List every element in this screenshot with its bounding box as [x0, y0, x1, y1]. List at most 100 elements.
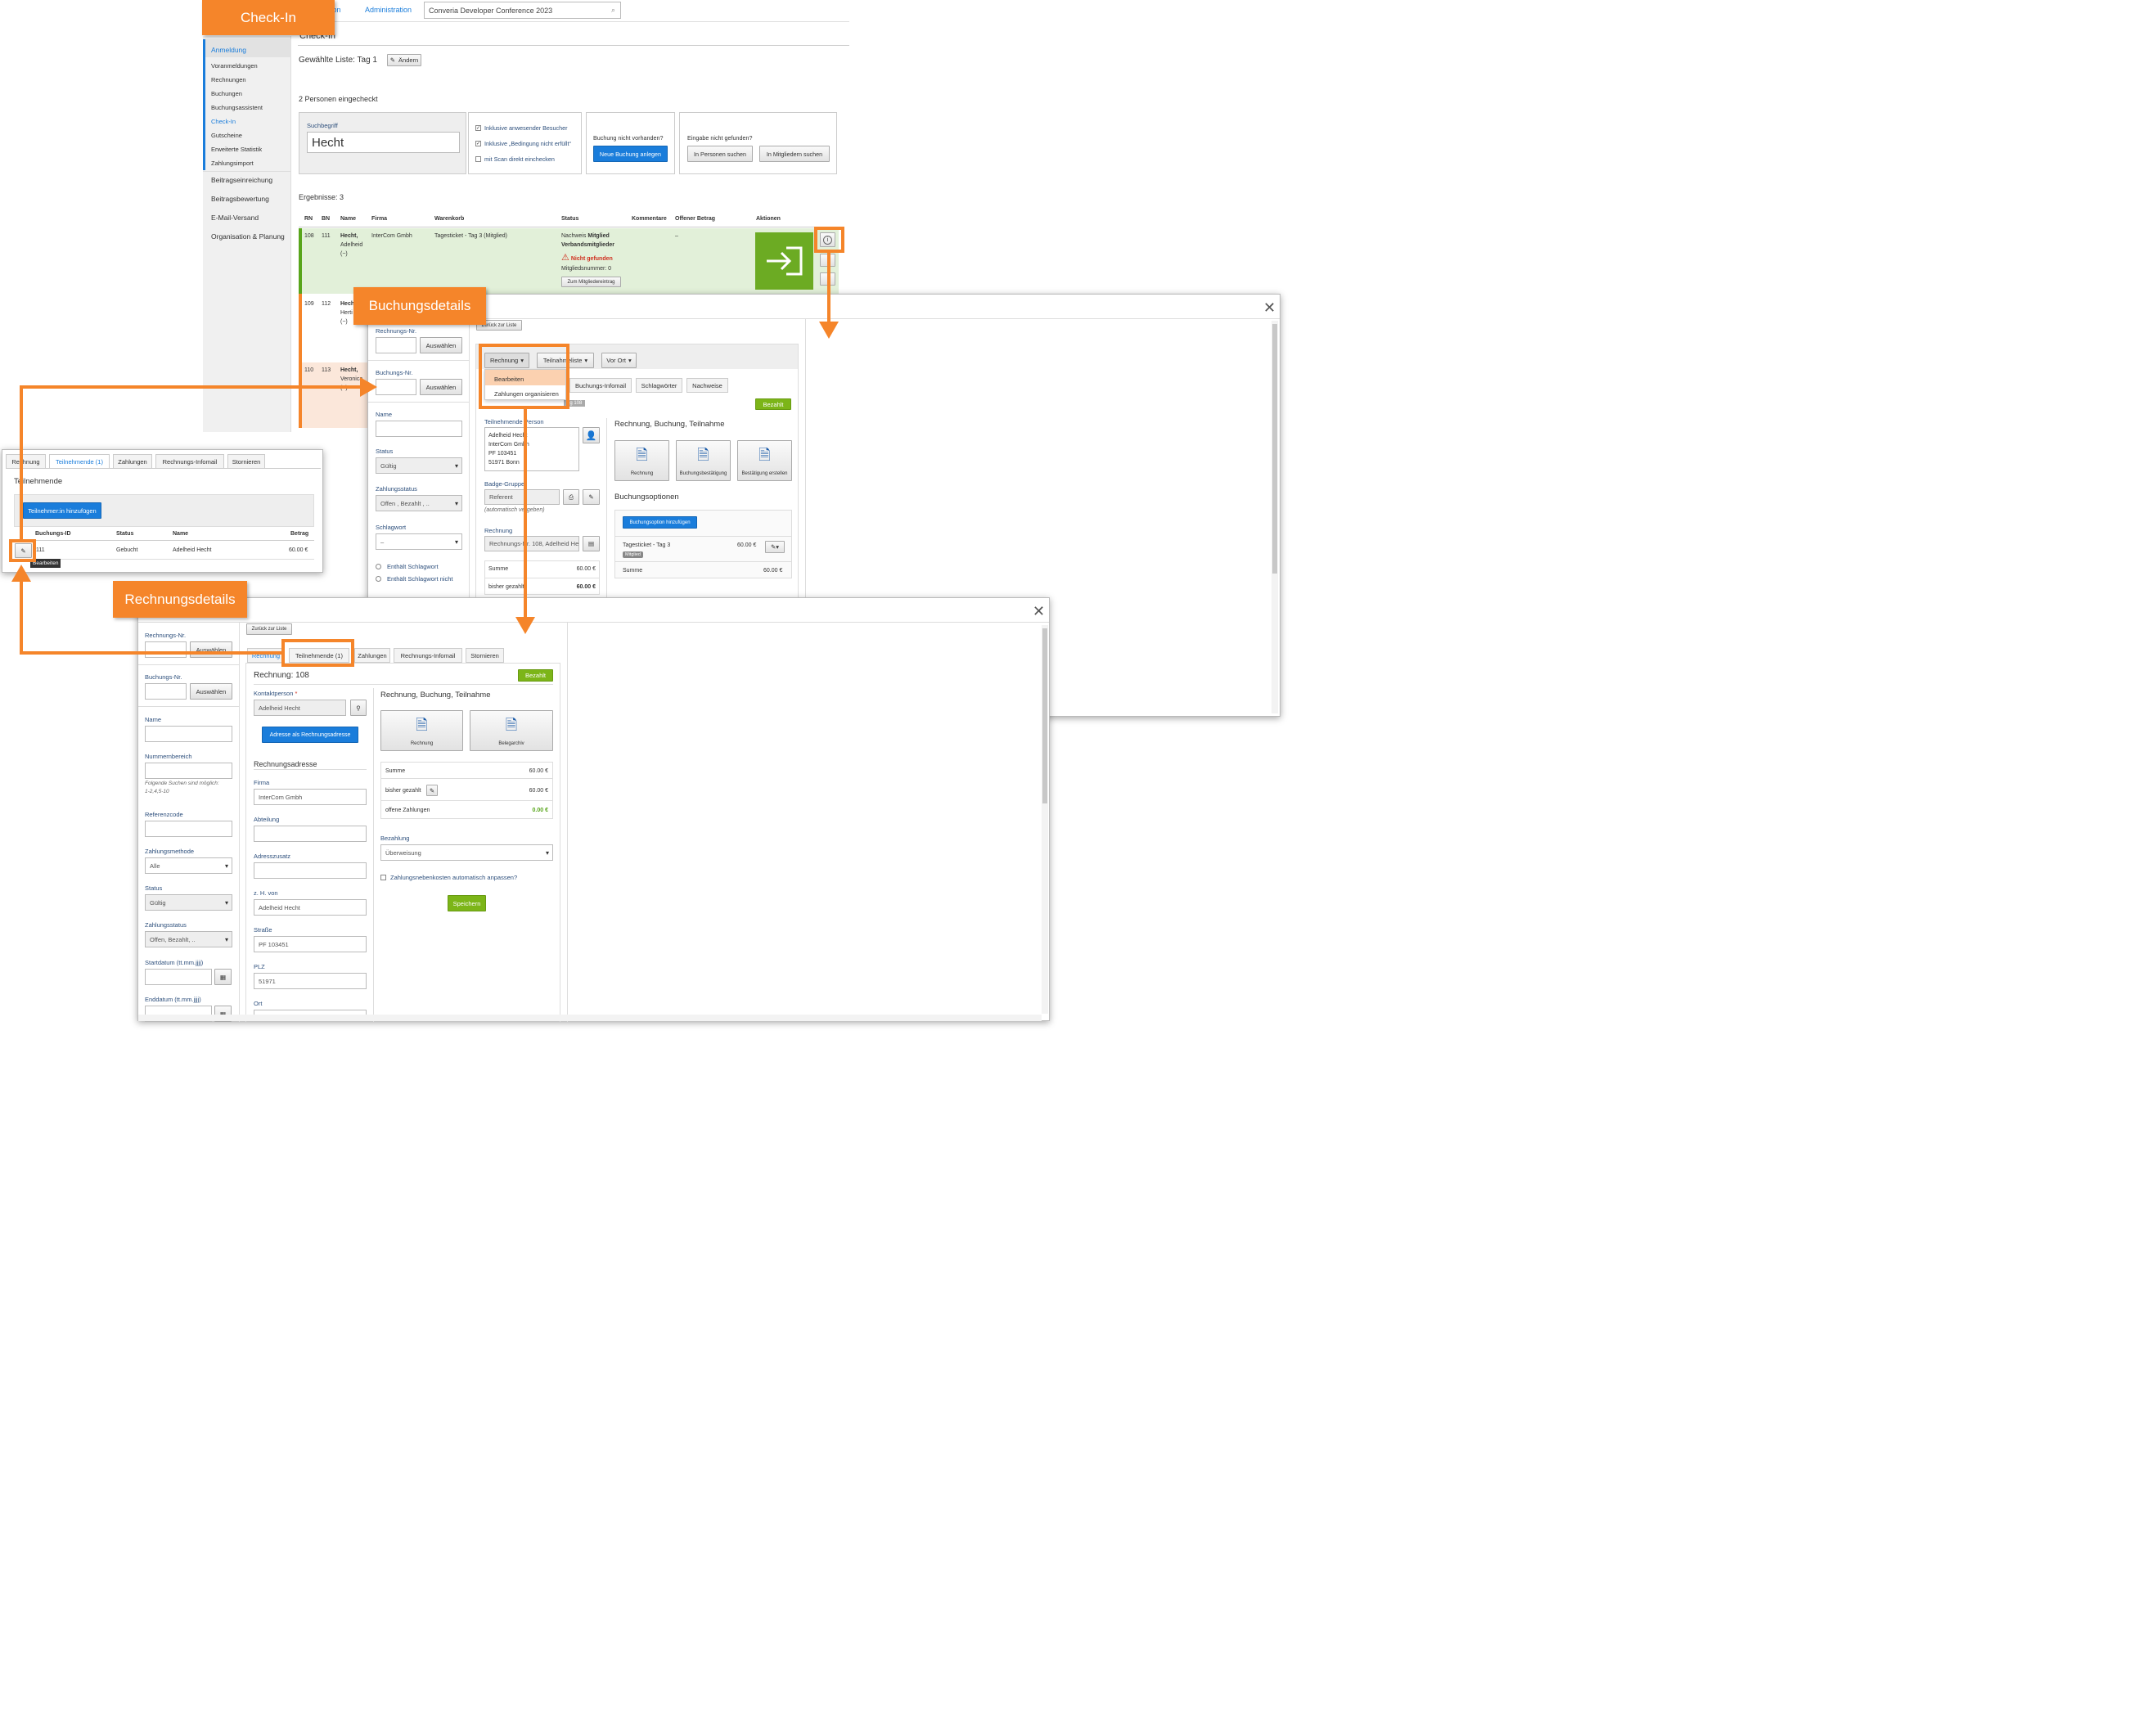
invoice-select-button[interactable]: Auswählen	[190, 641, 232, 658]
sidebar-group-beitragsbewertung[interactable]: Beitragsbewertung	[211, 195, 269, 203]
booking-number-input[interactable]	[145, 683, 187, 700]
status-select[interactable]: Gültig	[376, 457, 462, 474]
street-label: Straße	[254, 926, 272, 934]
reference-code-input[interactable]	[145, 821, 232, 837]
invoice-number-input[interactable]	[376, 337, 416, 353]
tab-proofs[interactable]: Nachweise	[686, 378, 728, 393]
pencil-icon: ✎	[588, 493, 594, 501]
scrollbar[interactable]	[1272, 321, 1278, 713]
tab-invoice[interactable]: Rechnung	[6, 454, 46, 469]
badge-group-input[interactable]: Referent	[484, 489, 560, 505]
invoice-doc-tile[interactable]: 🗎 Rechnung	[380, 710, 463, 751]
company-input[interactable]: InterCom Gmbh	[254, 789, 367, 805]
tab-invoice-infomail[interactable]: Rechnungs-Infomail	[394, 648, 462, 663]
edit-paid-button[interactable]: ✎	[426, 785, 438, 796]
contact-input[interactable]: Adelheid Hecht	[254, 700, 346, 716]
booking-confirm-tile[interactable]: 🗎 Buchungsbestätigung	[676, 440, 731, 481]
invoice-doc-tile[interactable]: 🗎 Rechnung	[614, 440, 669, 481]
search-members-button[interactable]: In Mitgliedern suchen	[759, 146, 830, 162]
option-present-checkbox[interactable]: ✓	[475, 125, 481, 131]
department-input[interactable]	[254, 826, 367, 842]
booking-number-input[interactable]	[376, 379, 416, 395]
sidebar-item-buchungsassistent[interactable]: Buchungsassistent	[211, 104, 263, 111]
sidebar-item-rechnungen[interactable]: Rechnungen	[211, 76, 246, 83]
sidebar-item-gutscheine[interactable]: Gutscheine	[211, 132, 242, 139]
close-icon[interactable]: ✕	[1033, 603, 1045, 620]
payment-status-select[interactable]: Offen, Bezahlt, ..	[145, 931, 232, 947]
payment-method-select[interactable]: Alle	[145, 857, 232, 874]
payment-status-select[interactable]: Offen , Bezahlt , ..	[376, 495, 462, 511]
search-icon[interactable]: ⌕	[611, 6, 615, 15]
contact-search-button[interactable]: ⚲	[350, 700, 367, 716]
add-booking-option-button[interactable]: Buchungsoption hinzufügen	[623, 516, 697, 529]
member-entry-button[interactable]: Zum Mitgliedereintrag	[561, 277, 621, 287]
tab-cancel[interactable]: Stornieren	[466, 648, 504, 663]
sidebar-group-email[interactable]: E-Mail-Versand	[211, 214, 259, 222]
sidebar-group-beitragseinreichung[interactable]: Beitragseinreichung	[211, 176, 272, 184]
sidebar-section-anmeldung[interactable]: Anmeldung	[211, 46, 246, 54]
invoice-select-button[interactable]: Auswählen	[420, 337, 462, 353]
invoice-doc-button[interactable]: ▤	[583, 536, 600, 551]
tab-invoice[interactable]: Rechnung	[247, 648, 285, 663]
start-date-input[interactable]	[145, 969, 212, 985]
print-button[interactable]: ⎙	[563, 489, 579, 505]
name-input[interactable]	[376, 421, 462, 437]
sidebar-item-zahlungsimport[interactable]: Zahlungsimport	[211, 160, 254, 167]
scrollbar-thumb[interactable]	[1272, 324, 1277, 574]
tab-participants[interactable]: Teilnehmende (1)	[49, 454, 110, 469]
sidebar-item-statistik[interactable]: Erweiterte Statistik	[211, 146, 262, 153]
sidebar-item-check-in[interactable]: Check-In	[211, 118, 236, 125]
sidebar-item-voranmeldungen[interactable]: Voranmeldungen	[211, 62, 258, 70]
attention-input[interactable]: Adelheid Hecht	[254, 899, 367, 916]
tag-select[interactable]: –	[376, 533, 462, 550]
ticket-edit-dropdown[interactable]: ✎ ▾	[765, 541, 785, 553]
event-search-input[interactable]: Converia Developer Conference 2023 ⌕	[424, 2, 621, 19]
onsite-dropdown[interactable]: Vor Ort ▾	[601, 353, 637, 368]
tab-payments[interactable]: Zahlungen	[113, 454, 152, 469]
street-input[interactable]: PF 103451	[254, 936, 367, 952]
use-address-button[interactable]: Adresse als Rechnungsadresse	[262, 727, 358, 743]
status-select[interactable]: Gültig	[145, 894, 232, 911]
tab-cancel[interactable]: Stornieren	[227, 454, 265, 469]
contains-tag-radio[interactable]	[376, 564, 381, 569]
name-input[interactable]	[145, 726, 232, 742]
not-contains-tag-radio[interactable]	[376, 576, 381, 582]
scrollbar-thumb[interactable]	[1042, 628, 1047, 803]
booking-select-button[interactable]: Auswählen	[420, 379, 462, 395]
tab-booking-infomail[interactable]: Buchungs-Infomail	[569, 378, 632, 393]
create-confirm-tile[interactable]: 🗎 Bestätigung erstellen	[737, 440, 792, 481]
search-term-input[interactable]: Hecht	[307, 132, 460, 153]
nav-link-administration[interactable]: Administration	[365, 6, 412, 14]
bottom-scroll[interactable]	[138, 1015, 1042, 1021]
tab-payments[interactable]: Zahlungen	[354, 648, 390, 663]
booking-select-button[interactable]: Auswählen	[190, 683, 232, 700]
person-button[interactable]: 👤	[583, 427, 600, 443]
payment-select[interactable]: Überweisung	[380, 844, 553, 861]
scrollbar[interactable]	[1042, 625, 1048, 1014]
address-extra-input[interactable]	[254, 862, 367, 879]
receipt-archive-tile[interactable]: 🗎 Belegarchiv	[470, 710, 553, 751]
invoice-input-value: Rechnungs-Nr. 108, Adelheid He	[489, 540, 579, 547]
add-participant-button[interactable]: Teilnehmer:in hinzufügen	[23, 502, 101, 519]
invoice-input[interactable]: Rechnungs-Nr. 108, Adelheid He	[484, 536, 579, 551]
start-date-picker[interactable]: ▦	[214, 969, 232, 985]
checkin-button[interactable]	[755, 232, 813, 290]
zip-input[interactable]: 51971	[254, 973, 367, 989]
new-booking-button[interactable]: Neue Buchung anlegen	[593, 146, 668, 162]
tab-invoice-infomail[interactable]: Rechnungs-Infomail	[155, 454, 224, 469]
invoice-number-input[interactable]	[145, 641, 187, 658]
results-table-header: RN BN Name Firma Warenkorb Status Kommen…	[299, 211, 839, 227]
save-button[interactable]: Speichern	[448, 895, 486, 911]
number-range-input[interactable]	[145, 763, 232, 779]
search-persons-button[interactable]: In Personen suchen	[687, 146, 753, 162]
close-icon[interactable]: ✕	[1263, 299, 1276, 317]
auto-fees-checkbox[interactable]	[380, 875, 386, 880]
sidebar-item-buchungen[interactable]: Buchungen	[211, 90, 242, 97]
option-scan-checkbox[interactable]	[475, 156, 481, 162]
change-list-button[interactable]: ✎ Ändern	[387, 54, 421, 66]
sidebar-group-organisation[interactable]: Organisation & Planung	[211, 232, 285, 241]
option-condition-checkbox[interactable]: ✓	[475, 141, 481, 146]
tab-tags[interactable]: Schlagwörter	[636, 378, 682, 393]
edit-badge-button[interactable]: ✎	[583, 489, 600, 505]
back-to-list-button[interactable]: Zurück zur Liste	[246, 623, 292, 635]
